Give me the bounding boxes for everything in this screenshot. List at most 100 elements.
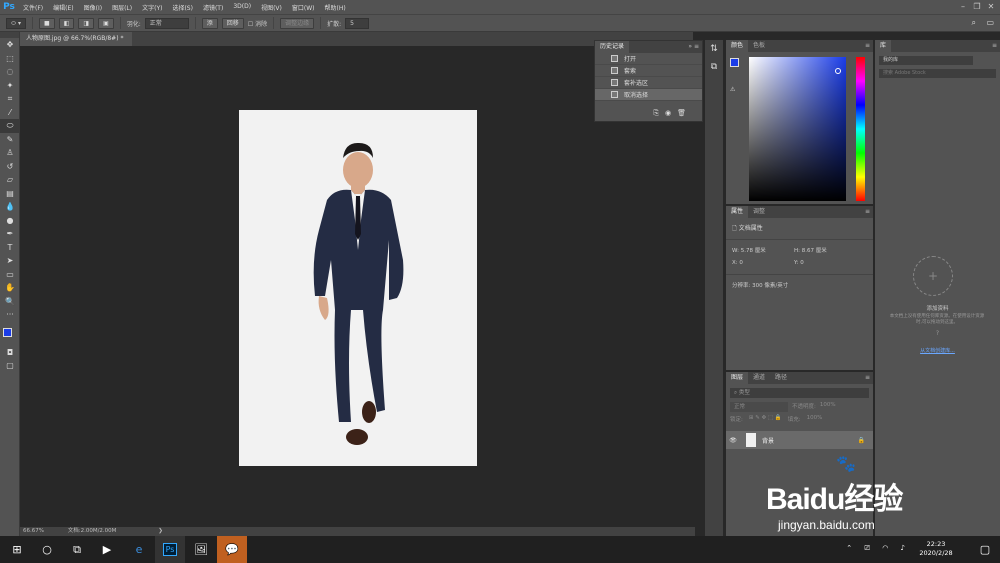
clock-time[interactable]: 22:23 xyxy=(916,540,956,549)
marquee-tool-icon[interactable]: ⬚ xyxy=(0,52,20,66)
tab-swatches[interactable]: 色板 xyxy=(748,40,770,52)
dodge-tool-icon[interactable]: ● xyxy=(0,214,20,228)
search-circle-icon[interactable]: ○ xyxy=(32,536,62,563)
more-tools-icon[interactable]: ··· xyxy=(0,308,20,322)
antialias-checkbox[interactable]: ☐ 消除 xyxy=(248,19,267,28)
y-value[interactable]: Y: 0 xyxy=(794,260,854,266)
tab-paths[interactable]: 路径 xyxy=(770,372,792,384)
menu-item-0[interactable]: 文件(F) xyxy=(18,3,48,12)
lasso-tool-icon[interactable]: ◌ xyxy=(0,65,20,79)
menu-item-8[interactable]: 视图(V) xyxy=(256,3,287,12)
layer-name[interactable]: 背景 xyxy=(762,436,774,445)
properties-panel-icon[interactable]: ⧉ xyxy=(705,62,723,72)
menu-item-2[interactable]: 图像(I) xyxy=(79,3,107,12)
snapshot-icon[interactable]: ◉ xyxy=(665,109,677,117)
stamp-tool-icon[interactable]: ♙ xyxy=(0,146,20,160)
hand-tool-icon[interactable]: ✋ xyxy=(0,281,20,295)
color-picker-marker[interactable] xyxy=(835,68,841,74)
create-library-link[interactable]: 从文档创建库... xyxy=(875,347,1000,354)
status-arrow-icon[interactable]: ❯ xyxy=(158,528,163,534)
history-brush-tool-icon[interactable]: ↺ xyxy=(0,160,20,174)
rectangle-tool-icon[interactable]: ▭ xyxy=(0,268,20,282)
search-icon[interactable]: ⌕ xyxy=(972,18,976,28)
restore-button[interactable]: ❐ xyxy=(970,0,984,14)
history-panel-icon[interactable]: ⇅ xyxy=(705,44,723,54)
zoom-tool-icon[interactable]: 🔍 xyxy=(0,295,20,309)
history-item[interactable]: 打开 xyxy=(595,53,702,65)
close-window-button[interactable]: ✕ xyxy=(984,0,998,14)
tab-color[interactable]: 颜色 xyxy=(726,40,749,52)
help-icon[interactable]: ? xyxy=(875,330,1000,337)
color-swatches[interactable] xyxy=(0,322,19,346)
new-doc-icon[interactable]: ⎘ xyxy=(653,109,665,117)
history-item[interactable]: 套补选区 xyxy=(595,77,702,89)
lock-icons[interactable]: ⊞ ✎ ✥ ⬚ 🔒 xyxy=(749,415,782,423)
panel-menu-icon[interactable]: ≡ xyxy=(865,374,870,381)
history-item[interactable]: 取消选择 xyxy=(595,89,702,101)
photoshop-taskbar-icon[interactable]: Ps xyxy=(155,536,185,563)
pen-tool-icon[interactable]: ✒ xyxy=(0,227,20,241)
foreground-color-swatch[interactable] xyxy=(3,327,12,337)
menu-item-1[interactable]: 编辑(E) xyxy=(48,3,78,12)
option-a-button[interactable]: 添 xyxy=(201,17,218,29)
x-value[interactable]: X: 0 xyxy=(732,260,794,266)
width-value[interactable]: W: 5.78 厘米 xyxy=(732,246,794,254)
layer-filter[interactable]: ⌕ 类型 xyxy=(730,388,869,398)
document-image[interactable] xyxy=(239,110,477,466)
color-field[interactable] xyxy=(749,57,846,201)
tool-preset-picker[interactable]: ⬭ ▾ xyxy=(6,17,27,29)
history-item[interactable]: 套索 xyxy=(595,65,702,77)
add-selection-button[interactable]: ◧ xyxy=(58,17,75,29)
new-selection-button[interactable]: ■ xyxy=(39,17,55,29)
option-b-button[interactable]: 回移 xyxy=(221,17,244,29)
menu-item-6[interactable]: 滤镜(T) xyxy=(198,3,228,12)
windows-start-icon[interactable]: ⊞ xyxy=(2,536,32,563)
menu-item-4[interactable]: 文字(Y) xyxy=(137,3,167,12)
panel-menu-icon[interactable]: ≡ xyxy=(865,208,870,215)
menu-item-10[interactable]: 帮助(H) xyxy=(320,3,351,12)
ellipse-tool-icon[interactable]: ⬭ xyxy=(0,119,20,133)
gradient-tool-icon[interactable]: ▤ xyxy=(0,187,20,201)
style-select[interactable]: 正常 xyxy=(144,17,189,29)
tab-adjustments[interactable]: 调整 xyxy=(748,206,770,218)
menu-item-3[interactable]: 图层(L) xyxy=(107,3,137,12)
zoom-level[interactable]: 66.67% xyxy=(23,528,44,534)
eyedropper-tool-icon[interactable]: ⁄ xyxy=(0,106,20,120)
minimize-button[interactable]: – xyxy=(956,0,970,14)
panel-menu-icon[interactable]: ≡ xyxy=(992,42,997,49)
opacity-input[interactable]: 100% xyxy=(820,402,836,412)
task-view-icon[interactable]: ⧉ xyxy=(62,536,92,563)
edge-browser-icon[interactable]: e xyxy=(124,536,154,563)
screen-mode-icon[interactable]: ▢ xyxy=(0,359,20,373)
panel-menu-icon[interactable]: » ≡ xyxy=(688,43,699,50)
add-asset-icon[interactable]: + xyxy=(913,256,953,296)
tab-properties[interactable]: 属性 xyxy=(726,206,749,218)
select-and-mask-button[interactable]: 调整边缘 xyxy=(280,17,315,29)
layer-row-background[interactable]: 👁 背景 🔒 xyxy=(726,431,873,449)
fill-input[interactable]: 100% xyxy=(807,415,823,423)
blur-tool-icon[interactable]: 💧 xyxy=(0,200,20,214)
menu-item-7[interactable]: 3D(D) xyxy=(228,3,256,12)
tab-library[interactable]: 库 xyxy=(875,40,892,52)
tab-history[interactable]: 历史记录 xyxy=(595,41,630,53)
expand-input[interactable]: 5 xyxy=(345,17,370,29)
system-tray-icons[interactable]: ⌃ ⎚ ◠ ♪ xyxy=(846,544,910,553)
path-selection-tool-icon[interactable]: ➤ xyxy=(0,254,20,268)
hue-slider[interactable] xyxy=(856,57,865,201)
subtract-selection-button[interactable]: ◨ xyxy=(78,17,95,29)
wechat-icon[interactable]: 💬 xyxy=(217,536,247,563)
delete-icon[interactable]: 🗑 xyxy=(677,109,692,117)
media-app-icon[interactable]: ▶ xyxy=(92,536,122,563)
document-tab[interactable]: 人物原图.jpg @ 66.7%(RGB/8#) * ✕ xyxy=(20,32,132,56)
color-fg-swatch[interactable] xyxy=(730,58,739,67)
clock-date[interactable]: 2020/2/28 xyxy=(916,549,956,558)
type-tool-icon[interactable]: T xyxy=(0,241,20,255)
notifications-icon[interactable]: ▢ xyxy=(976,536,994,563)
intersect-selection-button[interactable]: ▣ xyxy=(98,17,114,29)
photos-app-icon[interactable]: 🖼 xyxy=(186,536,216,563)
move-tool-icon[interactable]: ✥ xyxy=(0,38,20,52)
eraser-tool-icon[interactable]: ▱ xyxy=(0,173,20,187)
tab-layers[interactable]: 图层 xyxy=(726,372,749,384)
height-value[interactable]: H: 8.67 厘米 xyxy=(794,246,854,254)
library-dropdown[interactable]: 我的库 xyxy=(879,56,973,65)
